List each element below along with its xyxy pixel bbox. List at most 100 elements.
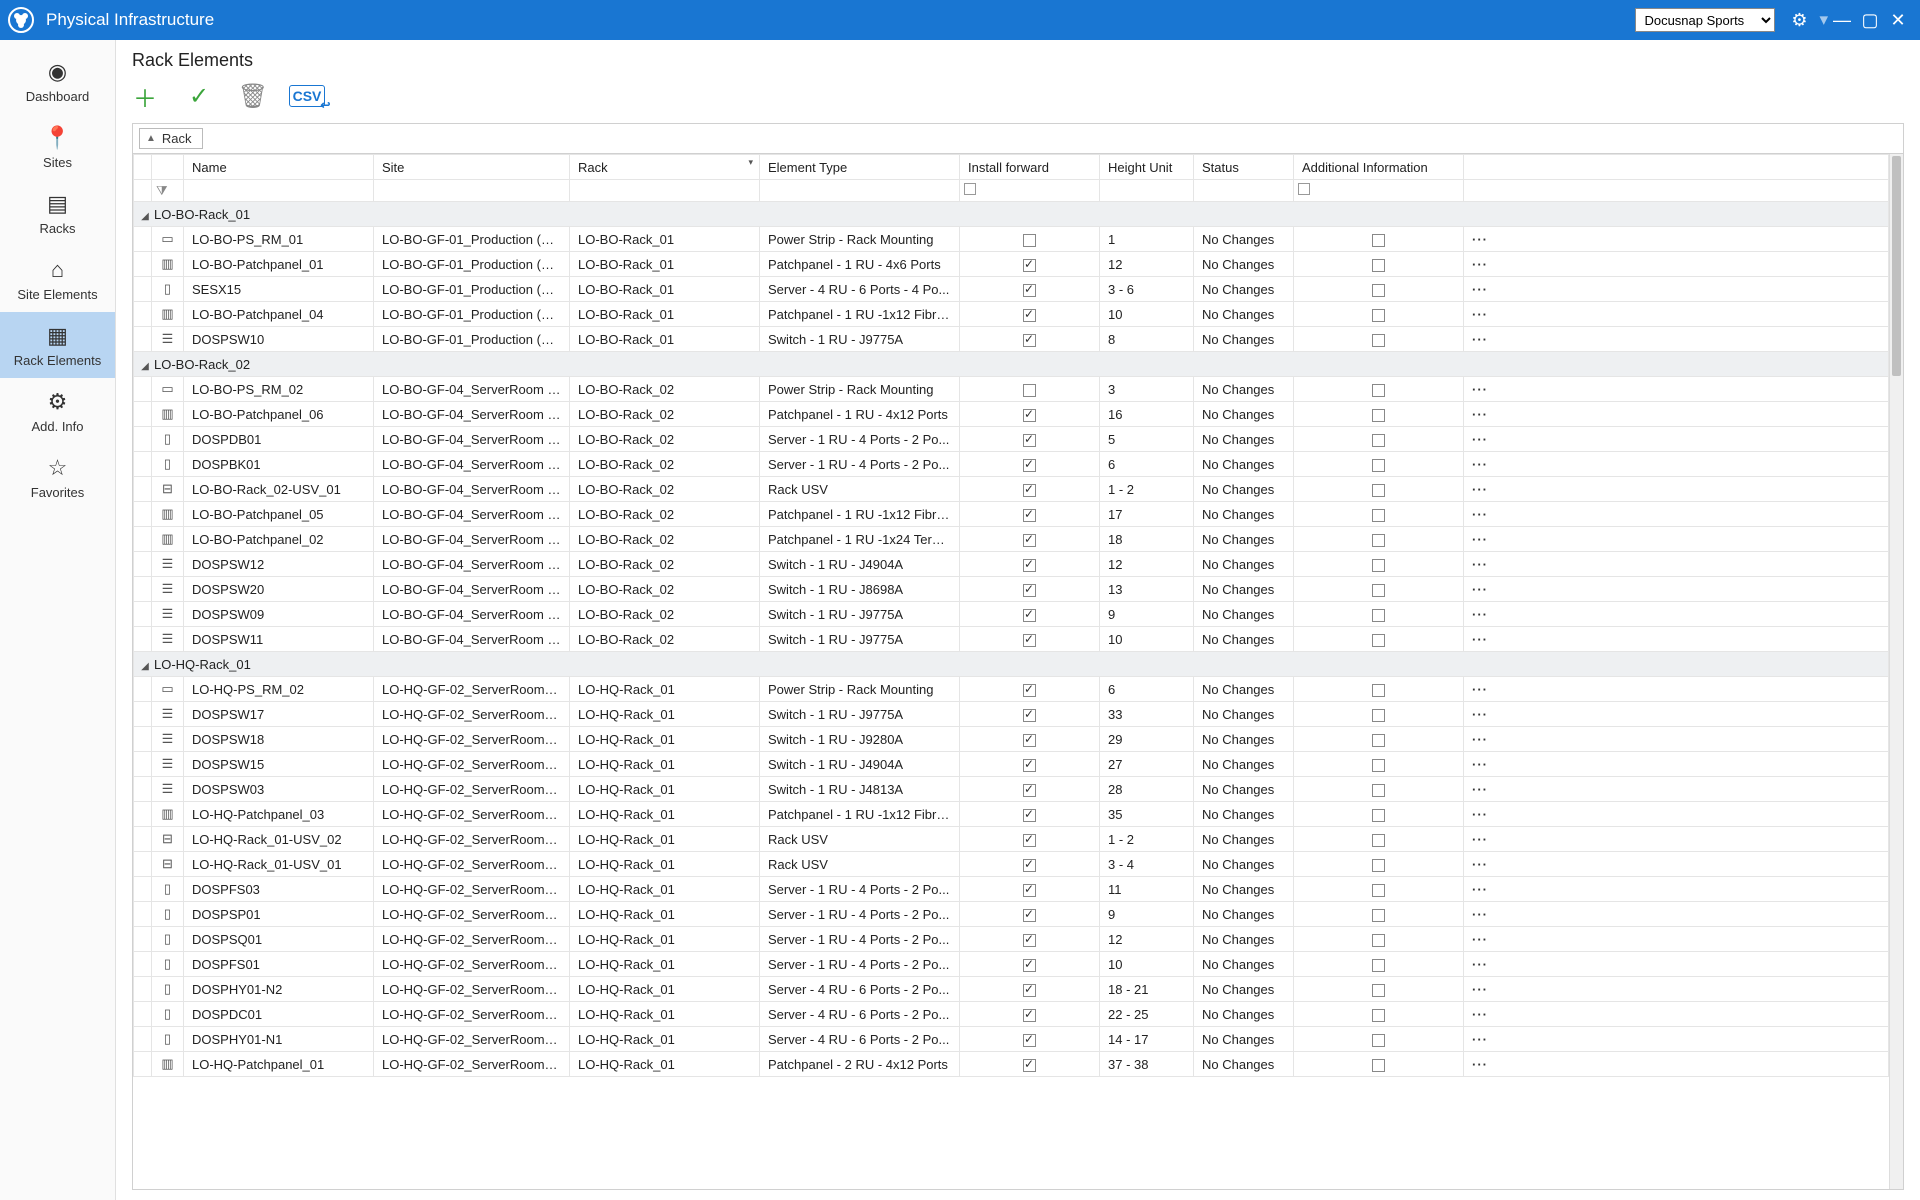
table-row[interactable]: ▭LO-BO-PS_RM_01LO-BO-GF-01_Production (L… [134,227,1889,252]
cell-additional-info[interactable] [1294,227,1464,252]
elem-filter[interactable] [760,180,960,202]
cell-additional-info[interactable] [1294,827,1464,852]
cell-install-forward[interactable] [960,252,1100,277]
cell-install-forward[interactable] [960,877,1100,902]
row-actions-button[interactable]: ··· [1464,502,1889,527]
cell-additional-info[interactable] [1294,952,1464,977]
row-actions-button[interactable]: ··· [1464,877,1889,902]
settings-gear-icon[interactable]: ⚙ [1785,10,1813,31]
row-actions-button[interactable]: ··· [1464,452,1889,477]
row-actions-button[interactable]: ··· [1464,427,1889,452]
cell-install-forward[interactable] [960,327,1100,352]
sidebar-item-add-info[interactable]: ⚙Add. Info [0,378,115,444]
row-actions-button[interactable]: ··· [1464,852,1889,877]
hu-filter[interactable] [1100,180,1194,202]
table-row[interactable]: ⊟LO-HQ-Rack_01-USV_01LO-HQ-GF-02_ServerR… [134,852,1889,877]
rack-filter[interactable] [570,180,760,202]
cell-additional-info[interactable] [1294,802,1464,827]
delete-button[interactable]: 🗑 [240,83,266,109]
table-row[interactable]: ☰DOSPSW03LO-HQ-GF-02_ServerRoom (L...LO-… [134,777,1889,802]
table-row[interactable]: ▥LO-HQ-Patchpanel_03LO-HQ-GF-02_ServerRo… [134,802,1889,827]
cell-additional-info[interactable] [1294,852,1464,877]
row-actions-button[interactable]: ··· [1464,677,1889,702]
vertical-scrollbar[interactable] [1889,154,1903,1189]
table-row[interactable]: ▯DOSPHY01-N2LO-HQ-GF-02_ServerRoom (L...… [134,977,1889,1002]
cell-install-forward[interactable] [960,677,1100,702]
table-row[interactable]: ▥LO-BO-Patchpanel_01LO-BO-GF-01_Producti… [134,252,1889,277]
sidebar-item-sites[interactable]: 📍Sites [0,114,115,180]
sidebar-item-rack-elements[interactable]: ▦Rack Elements [0,312,115,378]
cell-install-forward[interactable] [960,902,1100,927]
cell-additional-info[interactable] [1294,377,1464,402]
row-actions-button[interactable]: ··· [1464,277,1889,302]
row-actions-button[interactable]: ··· [1464,1002,1889,1027]
cell-additional-info[interactable] [1294,602,1464,627]
table-row[interactable]: ▥LO-BO-Patchpanel_05LO-BO-GF-04_ServerRo… [134,502,1889,527]
col-height-unit[interactable]: Height Unit [1100,155,1194,180]
filter-icon[interactable]: ⧩ [152,180,184,202]
col-rack[interactable]: Rack [570,155,760,180]
table-row[interactable]: ▯DOSPBK01LO-BO-GF-04_ServerRoom (L...LO-… [134,452,1889,477]
cell-install-forward[interactable] [960,852,1100,877]
group-panel[interactable]: ▲ Rack [133,124,1903,154]
col-name[interactable]: Name [184,155,374,180]
table-row[interactable]: ☰DOSPSW10LO-BO-GF-01_Production (Lo...LO… [134,327,1889,352]
cell-additional-info[interactable] [1294,977,1464,1002]
cell-additional-info[interactable] [1294,252,1464,277]
col-actions[interactable] [1464,155,1889,180]
save-button[interactable]: ✓ [186,83,212,109]
cell-additional-info[interactable] [1294,277,1464,302]
cell-additional-info[interactable] [1294,527,1464,552]
cell-additional-info[interactable] [1294,477,1464,502]
cell-additional-info[interactable] [1294,677,1464,702]
cell-additional-info[interactable] [1294,902,1464,927]
cell-additional-info[interactable] [1294,1002,1464,1027]
name-filter[interactable] [184,180,374,202]
cell-install-forward[interactable] [960,552,1100,577]
status-filter[interactable] [1194,180,1294,202]
cell-install-forward[interactable] [960,952,1100,977]
site-filter[interactable] [374,180,570,202]
table-row[interactable]: ▥LO-BO-Patchpanel_02LO-BO-GF-04_ServerRo… [134,527,1889,552]
table-row[interactable]: ▯DOSPHY01-N1LO-HQ-GF-02_ServerRoom (L...… [134,1027,1889,1052]
row-actions-button[interactable]: ··· [1464,302,1889,327]
table-row[interactable]: ⊟LO-HQ-Rack_01-USV_02LO-HQ-GF-02_ServerR… [134,827,1889,852]
cell-additional-info[interactable] [1294,777,1464,802]
group-chip-rack[interactable]: ▲ Rack [139,128,203,149]
row-actions-button[interactable]: ··· [1464,527,1889,552]
row-actions-button[interactable]: ··· [1464,552,1889,577]
table-row[interactable]: ▯DOSPFS03LO-HQ-GF-02_ServerRoom (L...LO-… [134,877,1889,902]
cell-additional-info[interactable] [1294,427,1464,452]
table-row[interactable]: ⊟LO-BO-Rack_02-USV_01LO-BO-GF-04_ServerR… [134,477,1889,502]
table-row[interactable]: ▯SESX15LO-BO-GF-01_Production (Lo...LO-B… [134,277,1889,302]
row-actions-button[interactable]: ··· [1464,577,1889,602]
table-row[interactable]: ▥LO-BO-Patchpanel_04LO-BO-GF-01_Producti… [134,302,1889,327]
cell-additional-info[interactable] [1294,752,1464,777]
group-row[interactable]: ◢LO-HQ-Rack_01 [134,652,1889,677]
row-actions-button[interactable]: ··· [1464,952,1889,977]
cell-install-forward[interactable] [960,1002,1100,1027]
cell-install-forward[interactable] [960,777,1100,802]
close-button[interactable]: ✕ [1884,10,1912,31]
row-actions-button[interactable]: ··· [1464,727,1889,752]
col-additional-info[interactable]: Additional Information [1294,155,1464,180]
row-actions-button[interactable]: ··· [1464,327,1889,352]
maximize-button[interactable]: ▢ [1856,10,1884,31]
sidebar-item-site-elements[interactable]: ⌂Site Elements [0,246,115,312]
cell-additional-info[interactable] [1294,302,1464,327]
col-install-forward[interactable]: Install forward [960,155,1100,180]
row-actions-button[interactable]: ··· [1464,377,1889,402]
cell-install-forward[interactable] [960,477,1100,502]
row-actions-button[interactable]: ··· [1464,977,1889,1002]
table-row[interactable]: ☰DOSPSW17LO-HQ-GF-02_ServerRoom (L...LO-… [134,702,1889,727]
cell-install-forward[interactable] [960,277,1100,302]
table-row[interactable]: ▥LO-BO-Patchpanel_06LO-BO-GF-04_ServerRo… [134,402,1889,427]
cell-additional-info[interactable] [1294,627,1464,652]
cell-install-forward[interactable] [960,377,1100,402]
table-row[interactable]: ▯DOSPSP01LO-HQ-GF-02_ServerRoom (L...LO-… [134,902,1889,927]
row-actions-button[interactable]: ··· [1464,752,1889,777]
row-actions-button[interactable]: ··· [1464,1052,1889,1077]
cell-additional-info[interactable] [1294,502,1464,527]
cell-install-forward[interactable] [960,927,1100,952]
table-row[interactable]: ☰DOSPSW11LO-BO-GF-04_ServerRoom (L...LO-… [134,627,1889,652]
